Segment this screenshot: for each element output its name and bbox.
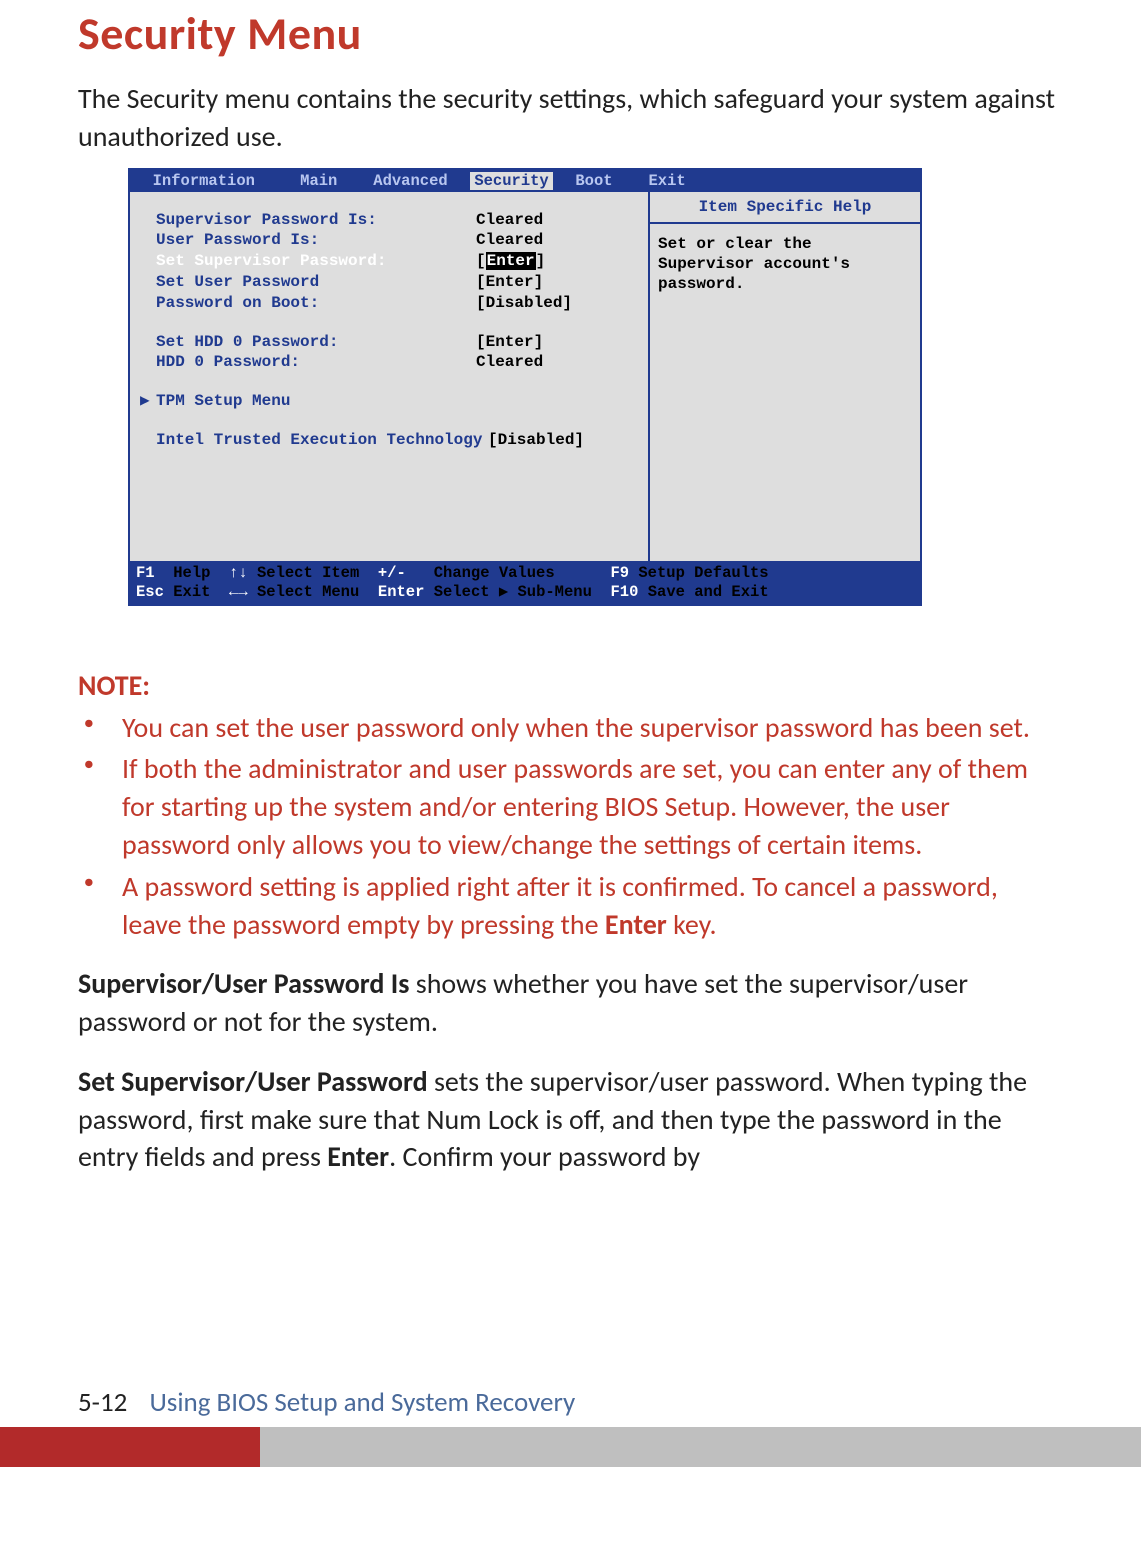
blank-row	[130, 412, 648, 430]
bios-screenshot: Information Main Advanced Security Boot …	[128, 168, 922, 606]
key-desc: Save and Exit	[648, 583, 769, 602]
bios-row-set-hdd0-pw[interactable]: Set HDD 0 Password: [Enter]	[130, 332, 648, 353]
key-desc: Select ▶ Sub-Menu	[434, 583, 592, 602]
bios-tab-bar: Information Main Advanced Security Boot …	[130, 170, 920, 192]
key-esc: Esc	[136, 583, 164, 602]
field-value: [Enter]	[476, 272, 543, 293]
pad	[259, 172, 296, 190]
field-label: Set HDD 0 Password:	[156, 332, 476, 353]
bios-tab-exit[interactable]: Exit	[644, 172, 689, 190]
key-enter: Enter	[378, 583, 425, 602]
key-desc: Select Item	[257, 564, 359, 583]
note-list: You can set the user password only when …	[78, 709, 1063, 944]
bios-tab-advanced[interactable]: Advanced	[369, 172, 451, 190]
bios-row-set-supervisor-pw[interactable]: Set Supervisor Password: [Enter]	[130, 251, 648, 272]
key-arrows-ud: ↑↓	[229, 564, 248, 583]
bios-tab-security[interactable]: Security	[470, 172, 552, 190]
bios-tab-information[interactable]: Information	[149, 172, 259, 190]
key-f10: F10	[611, 583, 639, 602]
term: Supervisor/User Password Is	[78, 966, 409, 1001]
help-text: Set or clear the Supervisor account's pa…	[650, 224, 920, 304]
blank-row	[130, 373, 648, 391]
pad	[617, 172, 645, 190]
section-title: Using BIOS Setup and System Recovery	[149, 1386, 575, 1419]
field-label: Set User Password	[156, 272, 476, 293]
field-label: Password on Boot:	[156, 293, 476, 314]
bios-row-set-user-pw[interactable]: Set User Password [Enter]	[130, 272, 648, 293]
key-arrows-lr: ←→	[229, 583, 248, 602]
field-value: Cleared	[476, 230, 543, 251]
field-value: [Enter]	[476, 251, 545, 272]
key-f9: F9	[610, 564, 629, 583]
keyword-enter: Enter	[605, 907, 667, 942]
bios-row-tpm-setup-menu[interactable]: ▶ TPM Setup Menu	[130, 391, 648, 412]
page-title: Security Menu	[78, 6, 1063, 62]
key-desc: Select Menu	[257, 583, 359, 602]
field-value: [Enter]	[476, 332, 543, 353]
note-item: A password setting is applied right afte…	[112, 868, 1063, 944]
note-heading: NOTE:	[78, 668, 1063, 703]
term: Set Supervisor/User Password	[78, 1064, 428, 1099]
field-label: Intel Trusted Execution Technology	[156, 430, 488, 451]
footer-bar-gray	[260, 1427, 1141, 1467]
paragraph-supervisor-user-pw-is: Supervisor/User Password Is shows whethe…	[78, 965, 1063, 1041]
bios-row-user-pw-is[interactable]: User Password Is: Cleared	[130, 230, 648, 251]
field-label: Supervisor Password Is:	[156, 210, 476, 231]
bios-footer: F1 Help ↑↓ Select Item +/- Change Values…	[130, 561, 920, 604]
field-value: [Disabled]	[476, 293, 572, 314]
pad	[452, 172, 471, 190]
note-item: You can set the user password only when …	[112, 709, 1063, 747]
field-label: HDD 0 Password:	[156, 352, 476, 373]
field-label: TPM Setup Menu	[156, 391, 460, 412]
help-header: Item Specific Help	[650, 192, 920, 224]
bios-tab-main[interactable]: Main	[296, 172, 341, 190]
field-value: Cleared	[476, 352, 543, 373]
key-plusminus: +/-	[378, 564, 406, 583]
key-desc: Help	[173, 564, 210, 583]
bios-help-pane: Item Specific Help Set or clear the Supe…	[650, 192, 920, 561]
field-value: [Disabled]	[488, 430, 584, 451]
field-label: User Password Is:	[156, 230, 476, 251]
submenu-arrow-icon: ▶	[140, 391, 156, 412]
bios-row-hdd0-pw[interactable]: HDD 0 Password: Cleared	[130, 352, 648, 373]
page-number: 5-12	[78, 1386, 127, 1419]
bios-tab-boot[interactable]: Boot	[571, 172, 616, 190]
pad	[341, 172, 369, 190]
pad	[553, 172, 572, 190]
bios-settings-pane: Supervisor Password Is: Cleared User Pas…	[130, 192, 650, 561]
bios-row-supervisor-pw-is[interactable]: Supervisor Password Is: Cleared	[130, 210, 648, 231]
pad	[130, 172, 149, 190]
blank-row	[130, 314, 648, 332]
field-value: Cleared	[476, 210, 543, 231]
paragraph-set-supervisor-user-pw: Set Supervisor/User Password sets the su…	[78, 1063, 1063, 1176]
key-f1: F1	[136, 564, 155, 583]
page-footer: 5-12 Using BIOS Setup and System Recover…	[0, 1386, 1141, 1467]
note-item: If both the administrator and user passw…	[112, 750, 1063, 863]
intro-paragraph: The Security menu contains the security …	[78, 80, 1063, 156]
key-desc: Exit	[173, 583, 210, 602]
keyword-enter: Enter	[327, 1139, 389, 1174]
key-desc: Change Values	[434, 564, 555, 583]
footer-bar-red	[0, 1427, 260, 1467]
key-desc: Setup Defaults	[638, 564, 768, 583]
field-label: Set Supervisor Password:	[156, 251, 476, 272]
bios-row-password-on-boot[interactable]: Password on Boot: [Disabled]	[130, 293, 648, 314]
bios-row-intel-txt[interactable]: Intel Trusted Execution Technology [Disa…	[130, 430, 648, 451]
